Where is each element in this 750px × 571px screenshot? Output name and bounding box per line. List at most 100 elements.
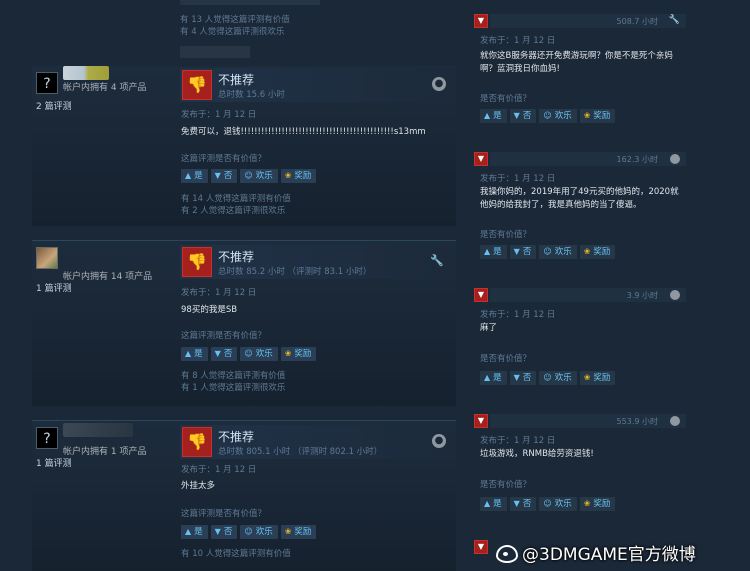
posted-date: 发布于：1 月 12 日 xyxy=(480,436,556,446)
award-button[interactable]: ❀ 奖励 xyxy=(579,245,616,259)
award-icon: ❀ xyxy=(583,111,591,120)
vote-funny-button[interactable]: ☺ 欢乐 xyxy=(240,525,278,539)
vote-funny-button[interactable]: ☺ 欢乐 xyxy=(539,497,577,511)
posted-date: 发布于：1 月 12 日 xyxy=(181,465,257,475)
award-button[interactable]: ❀ 奖励 xyxy=(579,109,616,123)
products-owned: 帐户内拥有 1 项产品 xyxy=(63,447,147,457)
vote-no-button[interactable]: ▼ 否 xyxy=(210,525,238,539)
award-icon: ❀ xyxy=(284,527,292,536)
vote-no-button[interactable]: ▼ 否 xyxy=(509,497,537,511)
thumbs-down-icon: ▼ xyxy=(474,540,488,554)
review-hours: 总时数 15.6 小时 xyxy=(218,90,285,100)
review-header[interactable]: 👎 不推荐 总时数 15.6 小时 ● xyxy=(180,68,456,102)
review-card: ? 帐户内拥有 1 项产品 1 篇评测 👎 不推荐 总时数 805.1 小时 （… xyxy=(32,420,456,571)
vote-funny-button[interactable]: ☺ 欢乐 xyxy=(240,347,278,361)
posted-date: 发布于：1 月 12 日 xyxy=(480,310,556,320)
review-header[interactable]: 👎 不推荐 总时数 805.1 小时 （评测时 802.1 小时） ● xyxy=(180,425,456,459)
review-hours: 553.9 小时 xyxy=(616,417,658,426)
smiley-icon: ☺ xyxy=(543,111,552,120)
products-owned: 帐户内拥有 4 项产品 xyxy=(63,83,147,93)
vote-yes-button[interactable]: ▲ 是 xyxy=(480,109,507,123)
steam-icon: ● xyxy=(432,77,446,91)
vote-yes-button[interactable]: ▲ 是 xyxy=(480,245,507,259)
helpful-question: 这篇评测是否有价值？ xyxy=(181,509,267,519)
thumbs-down-icon: ▼ xyxy=(214,349,221,358)
helpful-count: 有 10 人觉得这篇评测有价值 xyxy=(181,549,291,559)
weibo-logo-icon xyxy=(496,545,518,563)
vote-no-button[interactable]: ▼ 否 xyxy=(509,109,537,123)
short-review-header[interactable]: 508.7 小时 🔧 xyxy=(490,14,686,28)
blurred-username xyxy=(63,66,109,80)
avatar[interactable]: ? xyxy=(36,427,58,449)
thumbs-up-icon: ▲ xyxy=(484,111,491,120)
review-verdict: 不推荐 xyxy=(218,430,255,444)
thumbs-down-icon: ▼ xyxy=(214,171,221,180)
short-review-header[interactable]: 3.9 小时 xyxy=(490,288,686,302)
thumbs-down-icon: 👎 xyxy=(182,70,212,100)
review-text: 免费可以，退钱!!!!!!!!!!!!!!!!!!!!!!!!!!!!!!!!!… xyxy=(181,127,426,137)
vote-yes-button[interactable]: ▲ 是 xyxy=(181,169,208,183)
thumbs-down-icon: ▼ xyxy=(513,247,520,256)
thumbs-down-icon: ▼ xyxy=(474,288,488,302)
vote-funny-button[interactable]: ☺ 欢乐 xyxy=(539,245,577,259)
review-count[interactable]: 2 篇评测 xyxy=(36,99,72,112)
award-button[interactable]: ❀ 奖励 xyxy=(579,497,616,511)
smiley-icon: ☺ xyxy=(244,527,253,536)
smiley-icon: ☺ xyxy=(543,247,552,256)
thumbs-down-icon: ▼ xyxy=(474,152,488,166)
vote-buttons: ▲ 是 ▼ 否 ☺ 欢乐 ❀ 奖励 xyxy=(480,109,618,123)
thumbs-down-icon: 👎 xyxy=(182,427,212,457)
vote-yes-button[interactable]: ▲ 是 xyxy=(480,497,507,511)
award-button[interactable]: ❀ 奖励 xyxy=(579,371,616,385)
award-button[interactable]: ❀ 奖励 xyxy=(280,169,317,183)
review-hours: 总时数 85.2 小时 （评测时 83.1 小时） xyxy=(218,267,372,277)
posted-date: 发布于：1 月 12 日 xyxy=(480,174,556,184)
award-icon: ❀ xyxy=(284,171,292,180)
thumbs-down-icon: 👎 xyxy=(182,247,212,277)
thumbs-down-icon: ▼ xyxy=(214,527,221,536)
vote-buttons: ▲ 是 ▼ 否 ☺ 欢乐 ❀ 奖励 xyxy=(480,497,618,511)
review-count[interactable]: 1 篇评测 xyxy=(36,281,72,294)
vote-yes-button[interactable]: ▲ 是 xyxy=(181,347,208,361)
weibo-watermark: @3DMGAME官方微博 xyxy=(496,540,696,565)
vote-funny-button[interactable]: ☺ 欢乐 xyxy=(240,169,278,183)
vote-yes-button[interactable]: ▲ 是 xyxy=(181,525,208,539)
review-header[interactable]: 👎 不推荐 总时数 85.2 小时 （评测时 83.1 小时） 🔧 xyxy=(180,245,456,279)
funny-count: 有 1 人觉得这篇评测很欢乐 xyxy=(181,383,286,393)
funny-count: 有 2 人觉得这篇评测很欢乐 xyxy=(181,206,286,216)
avatar[interactable]: ? xyxy=(36,72,58,94)
steam-icon xyxy=(670,416,680,426)
review-count[interactable]: 1 篇评测 xyxy=(36,456,72,469)
smiley-icon: ☺ xyxy=(543,499,552,508)
award-button[interactable]: ❀ 奖励 xyxy=(280,525,317,539)
short-review: ▼ 3.9 小时 发布于：1 月 12 日 麻了 是否有价值？ ▲ 是 ▼ 否 ☺ 欢乐 ❀… xyxy=(468,286,686,396)
posted-date: 发布于：1 月 12 日 xyxy=(480,36,556,46)
products-owned: 帐户内拥有 14 项产品 xyxy=(63,272,153,282)
vote-funny-button[interactable]: ☺ 欢乐 xyxy=(539,109,577,123)
vote-no-button[interactable]: ▼ 否 xyxy=(509,245,537,259)
avatar[interactable] xyxy=(36,247,58,269)
short-review-header[interactable]: 162.3 小时 xyxy=(490,152,686,166)
vote-buttons: ▲ 是 ▼ 否 ☺ 欢乐 ❀ 奖励 xyxy=(181,525,319,539)
vote-yes-button[interactable]: ▲ 是 xyxy=(480,371,507,385)
vote-buttons: ▲ 是 ▼ 否 ☺ 欢乐 ❀ 奖励 xyxy=(480,371,618,385)
award-button[interactable]: ❀ 奖励 xyxy=(280,347,317,361)
helpful-question: 这篇评测是否有价值？ xyxy=(181,154,267,164)
vote-funny-button[interactable]: ☺ 欢乐 xyxy=(539,371,577,385)
vote-no-button[interactable]: ▼ 否 xyxy=(210,347,238,361)
vote-no-button[interactable]: ▼ 否 xyxy=(509,371,537,385)
short-review-header[interactable]: 553.9 小时 xyxy=(490,414,686,428)
thumbs-up-icon: ▲ xyxy=(484,499,491,508)
vote-buttons: ▲ 是 ▼ 否 ☺ 欢乐 ❀ 奖励 xyxy=(181,169,319,183)
thumbs-up-icon: ▲ xyxy=(185,171,192,180)
blurred-top-text xyxy=(180,0,320,5)
review-text: 垃圾游戏，RNMB给劳资退钱! xyxy=(480,449,594,459)
vote-no-button[interactable]: ▼ 否 xyxy=(210,169,238,183)
review-card: ? 帐户内拥有 4 项产品 2 篇评测 👎 不推荐 总时数 15.6 小时 ● … xyxy=(32,66,456,226)
short-review: ▼ 508.7 小时 🔧 发布于：1 月 12 日 就你这B服务器还开免费游玩啊… xyxy=(468,12,686,132)
top-funny-count: 有 4 人觉得这篇评测很欢乐 xyxy=(180,27,285,37)
helpful-question: 这篇评测是否有价值？ xyxy=(181,331,267,341)
review-verdict: 不推荐 xyxy=(218,73,255,87)
review-verdict: 不推荐 xyxy=(218,250,255,264)
left-review-column: 有 13 人觉得这篇评测有价值 有 4 人觉得这篇评测很欢乐 ? 帐户内拥有 4… xyxy=(0,0,462,571)
